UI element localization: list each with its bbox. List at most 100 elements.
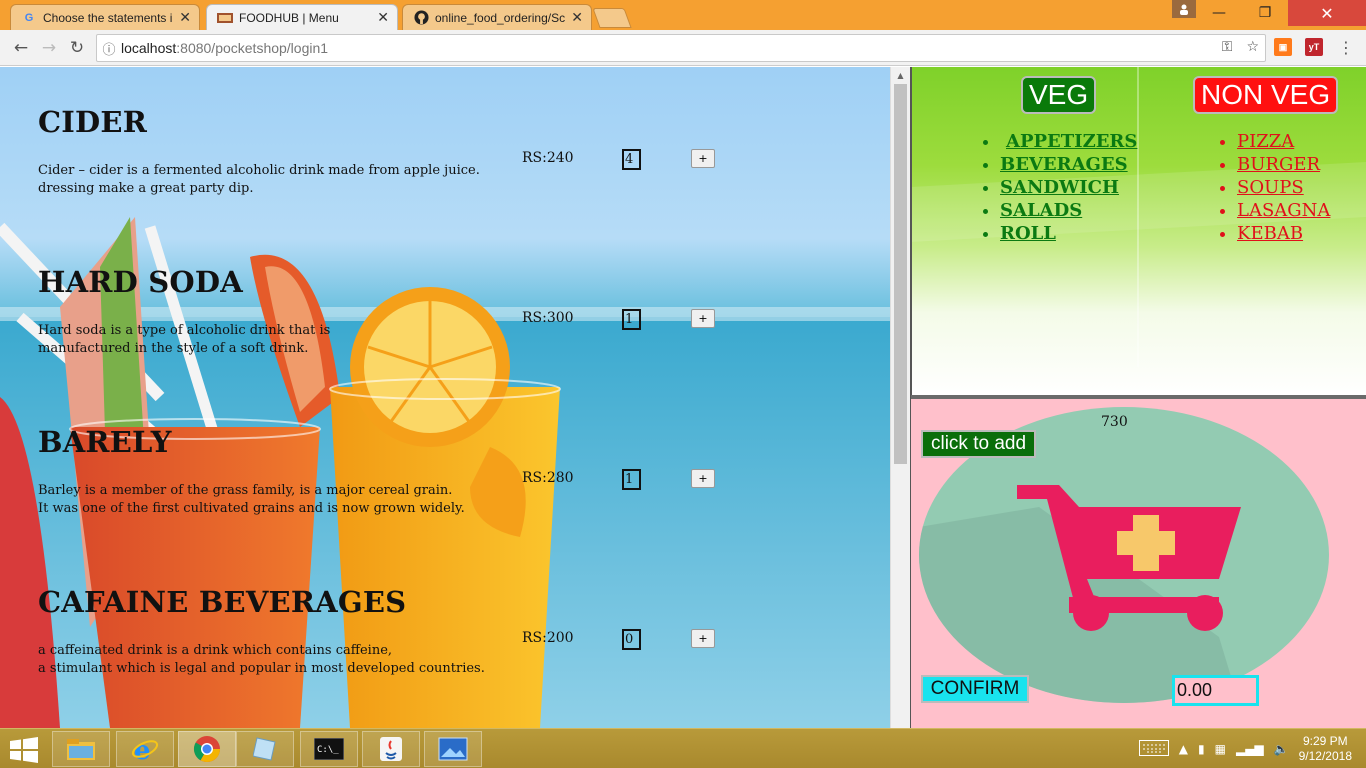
- clock-time: 9:29 PM: [1302, 734, 1348, 748]
- windows-start-icon[interactable]: [10, 737, 38, 763]
- show-hidden-icons-icon[interactable]: ▲: [1179, 742, 1188, 756]
- nonveg-category-item[interactable]: SOUPS: [1237, 176, 1330, 199]
- menu-item: CIDER Cider – cider is a fermented alcoho…: [38, 105, 758, 196]
- add-quantity-button[interactable]: +: [691, 469, 715, 488]
- forward-arrow-icon[interactable]: →: [38, 37, 60, 59]
- address-path: :8080/pocketshop/login1: [176, 40, 329, 56]
- github-icon: [413, 10, 429, 26]
- scroll-up-arrow-icon[interactable]: ▲: [891, 67, 910, 84]
- volume-icon[interactable]: 🔈: [1274, 742, 1289, 756]
- browser-menu-icon[interactable]: ⋮: [1338, 38, 1354, 57]
- menu-item-description: Barley is a member of the grass family, …: [38, 482, 498, 518]
- menu-scrollbar[interactable]: ▲: [890, 67, 910, 728]
- menu-item-description: Cider – cider is a fermented alcoholic d…: [38, 162, 498, 198]
- veg-category-item[interactable]: BEVERAGES: [1000, 153, 1137, 176]
- internet-explorer-icon[interactable]: e: [116, 731, 174, 767]
- nonveg-category-button[interactable]: NON VEG: [1193, 76, 1339, 114]
- reload-icon[interactable]: ↻: [66, 37, 88, 59]
- scrollbar-thumb[interactable]: [894, 84, 907, 464]
- category-link[interactable]: APPETIZERS: [1006, 131, 1137, 152]
- menu-item-price: RS:280: [522, 470, 574, 486]
- quantity-input[interactable]: 1: [622, 469, 641, 490]
- category-frame: VEG NON VEG APPETIZERS BEVERAGES SANDWIC…: [911, 67, 1366, 395]
- network-icon[interactable]: ▦: [1215, 742, 1226, 756]
- nonveg-category-item[interactable]: KEBAB: [1237, 222, 1330, 245]
- nonveg-category-item[interactable]: PIZZA: [1237, 130, 1330, 153]
- address-bar[interactable]: ⓘ localhost:8080/pocketshop/login1 ⚿ ☆: [96, 34, 1266, 62]
- menu-item-price: RS:300: [522, 310, 574, 326]
- nonveg-category-item[interactable]: LASAGNA: [1237, 199, 1330, 222]
- browser-tab-3[interactable]: online_food_ordering/Scr ✕: [402, 4, 592, 30]
- close-tab-icon[interactable]: ✕: [179, 9, 191, 26]
- menu-item-description: Hard soda is a type of alcoholic drink t…: [38, 322, 498, 358]
- menu-item-title: CIDER: [38, 105, 147, 139]
- image-viewer-icon[interactable]: [424, 731, 482, 767]
- quantity-input[interactable]: 0: [622, 629, 641, 650]
- category-link[interactable]: BURGER: [1237, 154, 1320, 175]
- menu-item-price: RS:200: [522, 630, 574, 646]
- veg-category-button[interactable]: VEG: [1021, 76, 1097, 114]
- browser-toolbar: ← → ↻ ⓘ localhost:8080/pocketshop/login1…: [0, 30, 1366, 66]
- site-info-icon[interactable]: ⓘ: [97, 39, 121, 58]
- cart-count: 730: [1101, 414, 1128, 430]
- system-tray: ▲ ▮ ▦ ▂▄▆ 🔈 9:29 PM 9/12/2018: [1138, 729, 1366, 768]
- back-arrow-icon[interactable]: ←: [10, 37, 32, 59]
- youtube-extension-icon[interactable]: yT: [1305, 38, 1323, 56]
- java-icon[interactable]: [362, 731, 420, 767]
- close-tab-icon[interactable]: ✕: [377, 9, 389, 26]
- category-link[interactable]: SALADS: [1000, 200, 1082, 221]
- file-explorer-icon[interactable]: [52, 731, 110, 767]
- command-prompt-icon[interactable]: C:\_: [300, 731, 358, 767]
- keyboard-icon[interactable]: [1138, 739, 1169, 759]
- menu-item-title: CAFAINE BEVERAGES: [38, 585, 407, 619]
- total-field[interactable]: 0.00: [1172, 675, 1259, 706]
- category-link[interactable]: PIZZA: [1237, 131, 1294, 152]
- add-quantity-button[interactable]: +: [691, 149, 715, 168]
- add-quantity-button[interactable]: +: [691, 629, 715, 648]
- quantity-input[interactable]: 1: [622, 309, 641, 330]
- quantity-input[interactable]: 4: [622, 149, 641, 170]
- browser-tab-2[interactable]: FOODHUB | Menu ✕: [206, 4, 398, 30]
- chrome-icon[interactable]: [178, 731, 236, 767]
- tab-title: Choose the statements in: [43, 10, 174, 25]
- maximize-button[interactable]: ❐: [1242, 0, 1288, 26]
- category-link[interactable]: ROLL: [1000, 223, 1056, 244]
- category-link[interactable]: KEBAB: [1237, 223, 1303, 244]
- veg-category-item[interactable]: ROLL: [1000, 222, 1137, 245]
- menu-item: HARD SODA Hard soda is a type of alcoholi…: [38, 265, 758, 356]
- notes-icon[interactable]: [236, 731, 294, 767]
- windows-taskbar: e C:\_ ▲ ▮ ▦ ▂▄▆ 🔈 9:29 PM 9/12/2018: [0, 728, 1366, 768]
- category-link[interactable]: SOUPS: [1237, 177, 1304, 198]
- extension-icon[interactable]: ▣: [1274, 38, 1292, 56]
- veg-category-item[interactable]: SANDWICH: [1000, 176, 1137, 199]
- taskbar-clock[interactable]: 9:29 PM 9/12/2018: [1299, 734, 1352, 764]
- menu-item-title: BARELY: [38, 425, 172, 459]
- category-link[interactable]: BEVERAGES: [1000, 154, 1128, 175]
- confirm-button[interactable]: CONFIRM: [921, 675, 1029, 703]
- category-link[interactable]: SANDWICH: [1000, 177, 1119, 198]
- description-line: It was one of the first cultivated grain…: [38, 501, 465, 516]
- veg-category-item[interactable]: APPETIZERS: [1000, 130, 1137, 153]
- address-host: localhost: [121, 40, 177, 56]
- signal-icon[interactable]: ▂▄▆: [1236, 742, 1264, 756]
- browser-tab-1[interactable]: G Choose the statements in ✕: [10, 4, 200, 30]
- click-to-add-button[interactable]: click to add: [921, 430, 1036, 458]
- menu-item-description: a caffeinated drink is a drink which con…: [38, 642, 498, 678]
- category-link[interactable]: LASAGNA: [1237, 200, 1330, 221]
- bookmark-star-icon[interactable]: ☆: [1246, 39, 1259, 55]
- minimize-button[interactable]: —: [1196, 0, 1242, 26]
- veg-category-item[interactable]: SALADS: [1000, 199, 1137, 222]
- menu-frame: CIDER Cider – cider is a fermented alcoho…: [0, 67, 890, 728]
- key-icon[interactable]: ⚿: [1222, 39, 1233, 55]
- close-window-button[interactable]: ✕: [1288, 0, 1366, 26]
- add-quantity-button[interactable]: +: [691, 309, 715, 328]
- new-tab-button[interactable]: [592, 8, 632, 28]
- description-line: dressing make a great party dip.: [38, 181, 254, 196]
- close-tab-icon[interactable]: ✕: [571, 9, 583, 26]
- description-line: a stimulant which is legal and popular i…: [38, 661, 485, 676]
- profile-icon[interactable]: [1172, 0, 1196, 18]
- nonveg-category-item[interactable]: BURGER: [1237, 153, 1330, 176]
- description-line: manufactured in the style of a soft drin…: [38, 341, 309, 356]
- menu-item: CAFAINE BEVERAGES a caffeinated drink is …: [38, 585, 758, 676]
- battery-icon[interactable]: ▮: [1198, 742, 1205, 756]
